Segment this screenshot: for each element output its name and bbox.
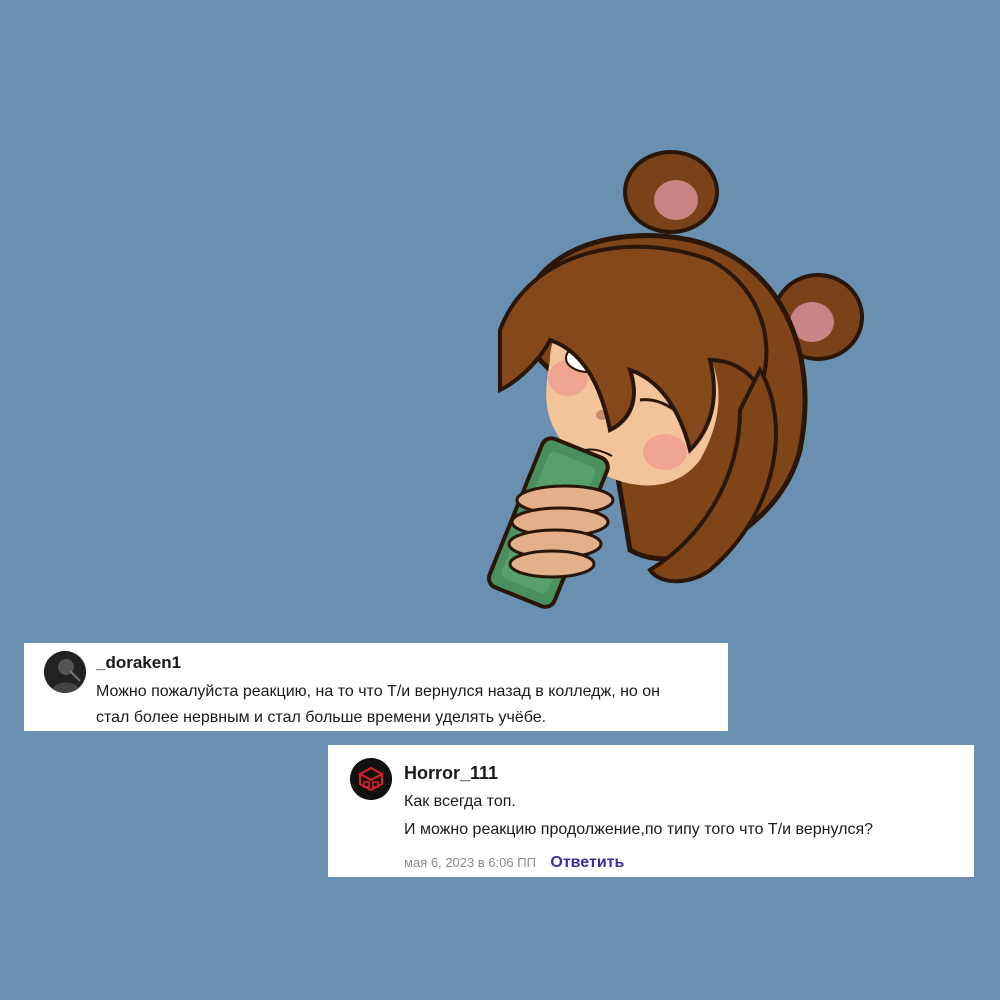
comment-card: _doraken1 Можно пожалуйста реакцию, на т…: [24, 643, 728, 731]
red-geometric-logo-icon: [350, 758, 392, 800]
comment-text-line: Можно пожалуйста реакцию, на то что Т/и …: [96, 683, 660, 700]
left-ear-inner: [654, 180, 698, 220]
hand: [507, 484, 615, 579]
cheek-blush-right: [643, 434, 687, 470]
user-avatar[interactable]: [44, 651, 86, 693]
character-illustration: [486, 150, 864, 609]
user-avatar[interactable]: [350, 758, 392, 800]
user-photo-avatar-icon: [44, 651, 86, 693]
comment-text-line: Как всегда топ.: [404, 793, 516, 810]
comment-username[interactable]: _doraken1: [96, 653, 181, 673]
comment-username[interactable]: Horror_111: [404, 763, 498, 784]
comment-timestamp: мая 6, 2023 в 6:06 ПП: [404, 855, 536, 870]
comment-text-line: стал более нервным и стал больше времени…: [96, 709, 547, 726]
comment-meta: мая 6, 2023 в 6:06 ПП Ответить: [404, 854, 624, 872]
comment-text-line: И можно реакцию продолжение,по типу того…: [404, 821, 874, 838]
comment-card: Horror_111 Как всегда топ. И можно реакц…: [328, 745, 974, 877]
reply-button[interactable]: Ответить: [550, 854, 624, 871]
